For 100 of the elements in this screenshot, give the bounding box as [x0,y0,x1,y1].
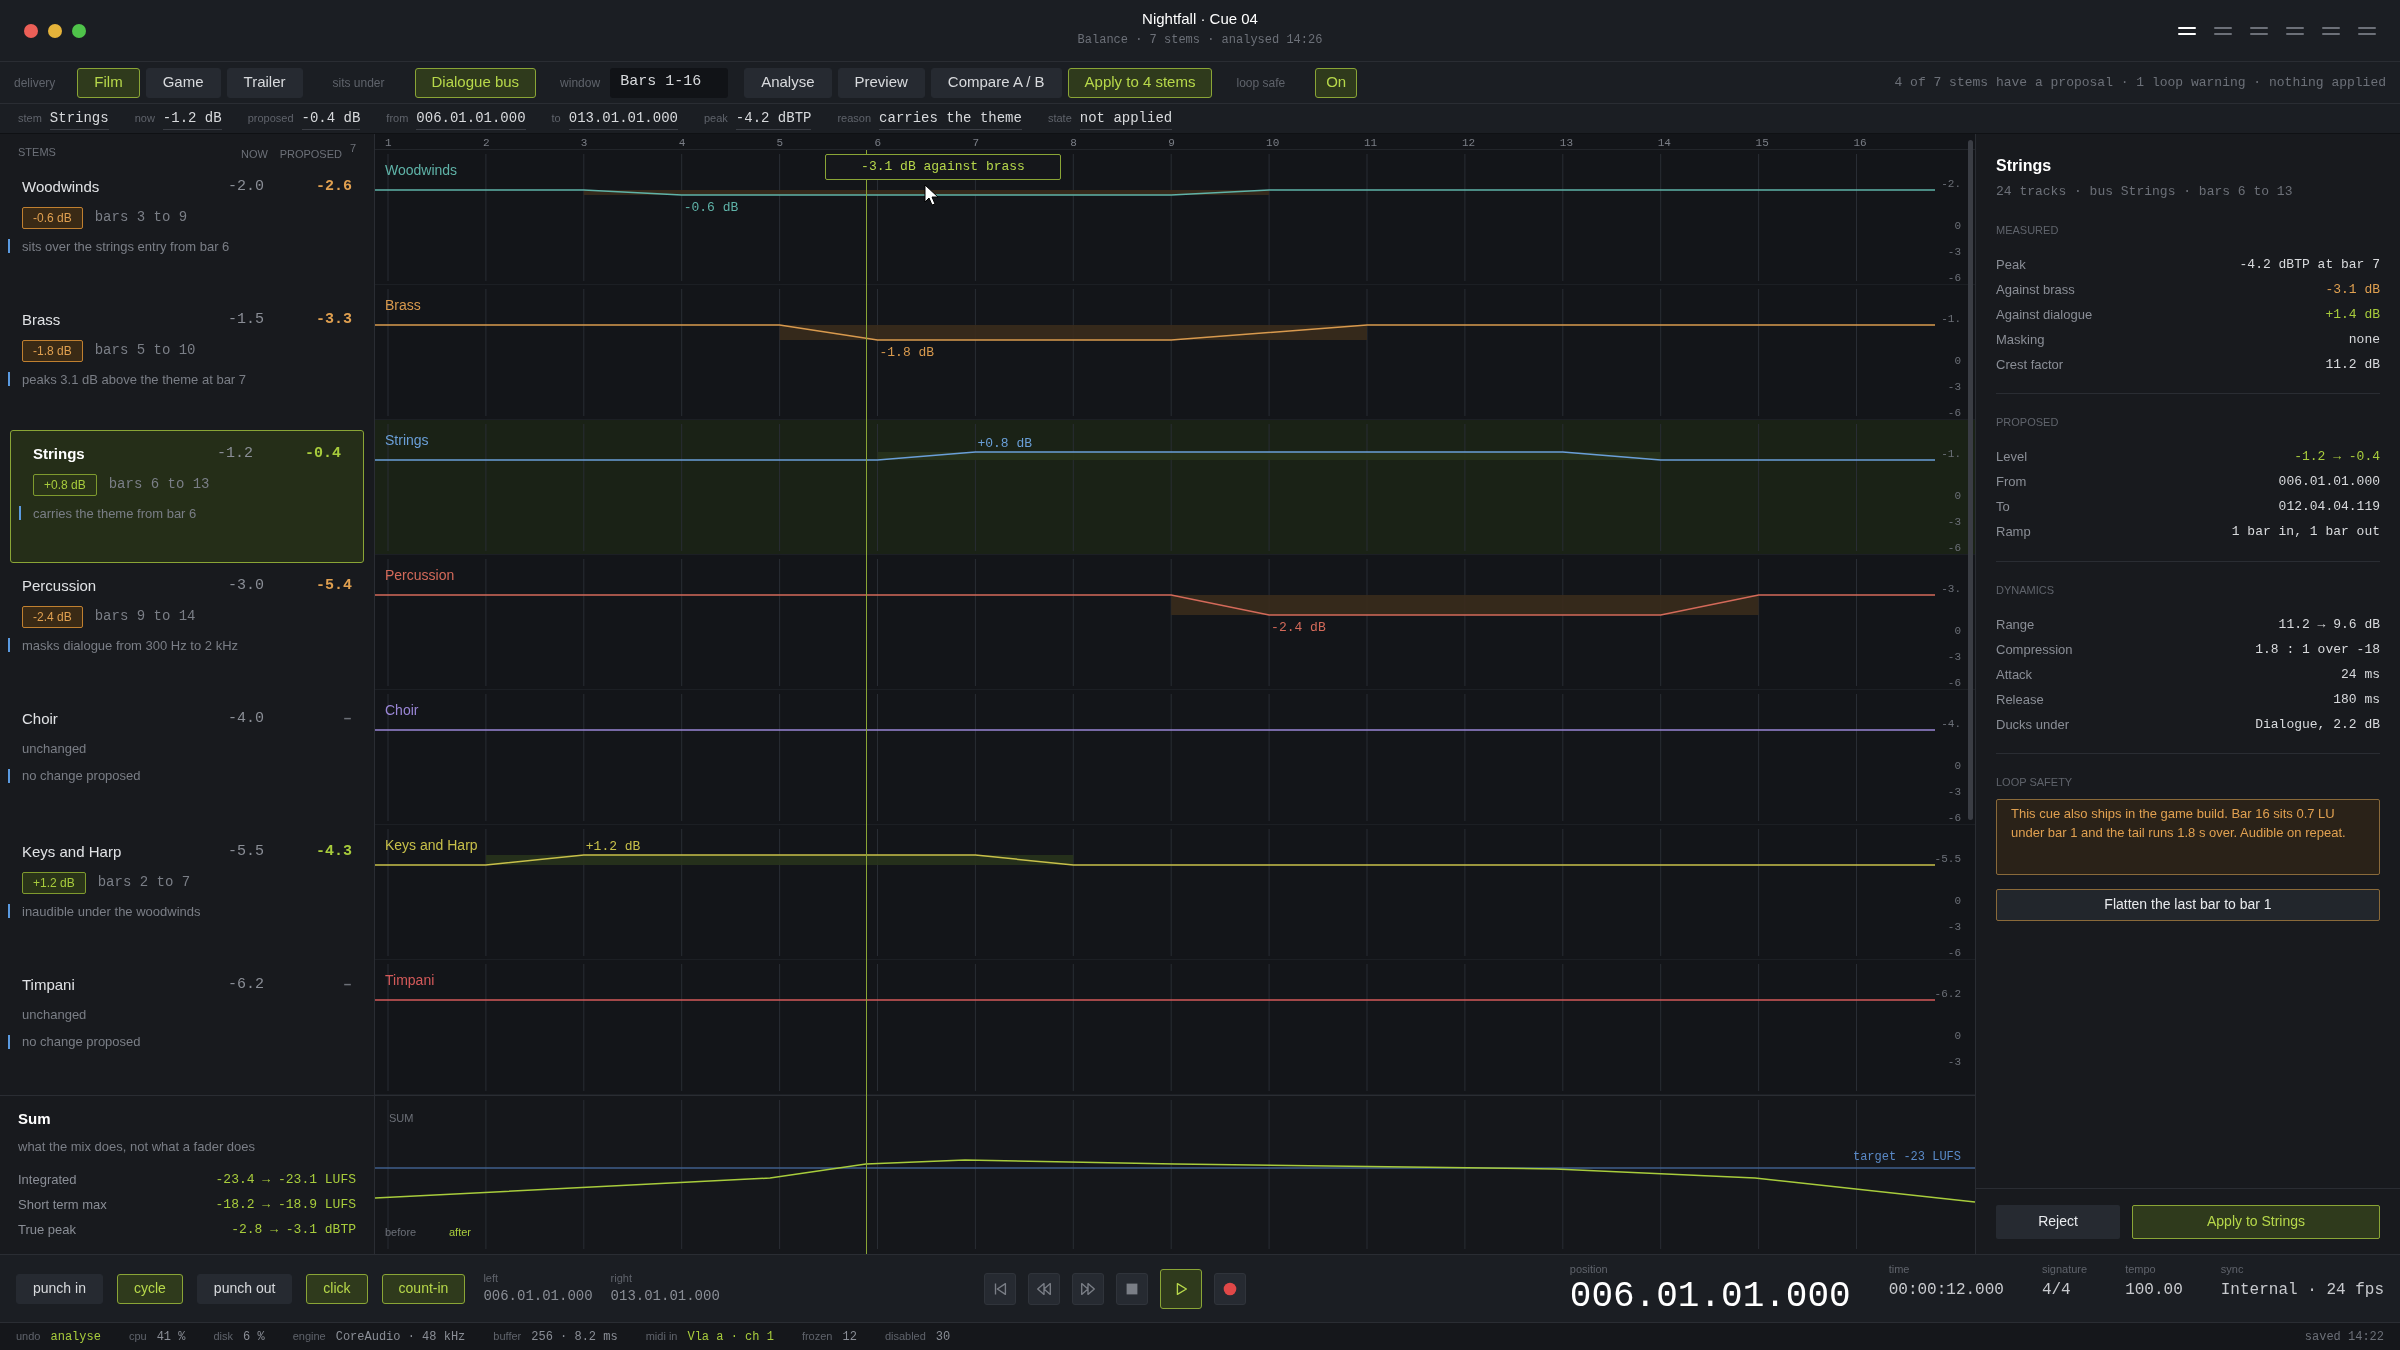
transport-button[interactable] [1115,1272,1148,1305]
scrollbar[interactable] [1968,140,1973,820]
stem-item[interactable]: Choir -4.0 – unchanged no change proposed [0,696,374,829]
envelope-label: -2.4 dB [1271,619,1326,637]
transport-button[interactable] [1159,1268,1202,1309]
sum-value: -2.8 → -3.1 dBTP [231,1220,356,1239]
readout-label: sync [2220,1262,2245,1277]
layout-icon[interactable] [2178,24,2196,37]
field-label: reason [837,111,872,127]
status-summary: 4 of 7 stems have a proposal · 1 loop warning · nothing applied [1894,73,2386,92]
delivery-tab[interactable]: Film [77,67,140,98]
bar-range: bars 3 to 9 [94,208,188,227]
stem-note: carries the theme from bar 6 [33,504,197,523]
proposed-value: -3.3 [315,310,352,330]
field-label: state [1047,111,1072,127]
transport-toggle[interactable]: punch in [16,1273,103,1304]
row-label: Against dialogue [1996,305,2093,324]
row-value: 012.04.04.119 [2278,498,2380,517]
row-value: 11.2 dB [2325,355,2380,374]
window-control-icon[interactable] [24,23,38,38]
transport-toggle[interactable]: cycle [116,1273,183,1304]
column-header: PROPOSED [278,146,342,162]
flatten-button[interactable]: Flatten the last bar to bar 1 [1996,888,2380,921]
stem-item[interactable]: Woodwinds -2.0 -2.6 -0.6 dB bars 3 to 9 sits over the strings entry from bar 6 [0,164,374,297]
row-label: Against brass [1996,280,2075,299]
stem-count: 7 [348,141,356,156]
transport-button[interactable] [983,1272,1016,1305]
field-label: stem [18,111,42,127]
transport-button[interactable] [1213,1272,1246,1305]
envelope-label: -1.8 dB [879,344,935,362]
axis-label: 0 [1954,219,1961,234]
loop-safe-toggle[interactable]: On [1315,67,1358,98]
stem-item[interactable]: Brass -1.5 -3.3 -1.8 dB bars 5 to 10 peaks 3.1 dB above the theme at bar 7 [0,297,374,430]
axis-label: -6 [1947,946,1961,961]
axis-label: -6 [1947,541,1961,556]
row-label: Masking [1996,330,2045,349]
stem-item[interactable]: Keys and Harp -5.5 -4.3 +1.2 dB bars 2 to 7 inaudible under the woodwinds [0,829,374,962]
transport-button[interactable] [1071,1272,1104,1305]
delivery-tab[interactable]: Trailer [226,67,303,98]
stem-name: Percussion [22,576,97,596]
row-label: Crest factor [1996,355,2064,374]
window-field[interactable]: Bars 1-16 [610,67,729,98]
stem-item[interactable]: Percussion -3.0 -5.4 -2.4 dB bars 9 to 14 masks dialogue from 300 Hz to 2 kHz [0,563,374,696]
axis-label: 0 [1954,489,1961,504]
marker-tick [8,768,10,783]
lane-name: Timpani [385,971,435,990]
delivery-tab[interactable]: Game [145,67,221,98]
action-button[interactable]: Compare A / B [930,67,1062,98]
legend-after: after [449,1224,471,1240]
status-value: 41 % [156,1328,186,1346]
locator-value: 006.01.01.000 [483,1287,593,1307]
apply-button[interactable]: Apply to Strings [2132,1204,2380,1239]
action-button[interactable]: Analyse [744,67,832,98]
readout-label: tempo [2125,1262,2157,1277]
axis-label: -3 [1947,515,1961,530]
bar-number: 2 [482,136,490,151]
lane-name: Choir [385,701,419,720]
stem-name: Brass [22,310,61,330]
axis-label: -3 [1947,650,1961,665]
bar-number: 7 [972,136,979,151]
reject-button[interactable]: Reject [1996,1204,2120,1239]
bar-range: bars 6 to 13 [108,475,210,494]
locator-label: right [610,1270,633,1286]
sum-label: SUM [389,1111,414,1126]
dialogue-bus-button[interactable]: Dialogue bus [414,67,537,98]
axis-label: -3 [1947,920,1961,935]
status-value: CoreAudio · 48 kHz [335,1328,466,1346]
envelope-label: -0.6 dB [683,199,739,217]
field-label: peak [703,111,728,127]
stem-item[interactable]: Strings -1.2 -0.4 +0.8 dB bars 6 to 13 carries the theme from bar 6 [10,430,364,563]
transport-toggle[interactable]: count-in [381,1273,466,1304]
status-label: cpu [128,1329,147,1345]
change-badge: -1.8 dB [22,339,83,362]
field-value: -4.2 dBTP [735,107,812,130]
axis-label: -6.2 [1934,987,1961,1002]
action-button[interactable]: Preview [837,67,925,98]
lane-name: Woodwinds [385,161,458,180]
row-label: To [1996,498,2010,517]
window-control-icon[interactable] [48,23,62,38]
proposed-value: -5.4 [315,576,352,596]
transport-toggle[interactable]: click [306,1273,368,1304]
status-label: undo [16,1329,41,1345]
axis-label: 0 [1954,1029,1961,1044]
status-value: 256 · 8.2 ms [531,1328,618,1346]
axis-label: 0 [1954,894,1961,909]
axis-label: -1. [1941,312,1961,327]
readout-label: time [1888,1262,1911,1277]
axis-label: -2. [1941,177,1961,192]
section-heading: PROPOSED [1996,415,2060,430]
window-control-icon[interactable] [72,23,86,38]
transport-toggle[interactable]: punch out [196,1273,293,1304]
field-label: delivery [14,74,56,92]
stem-item[interactable]: Timpani -6.2 – unchanged no change proposed [0,962,374,1095]
axis-label: -3 [1947,785,1961,800]
target-label: target -23 LUFS [1852,1149,1961,1166]
locator-label: left [483,1270,500,1286]
transport-button[interactable] [1027,1272,1060,1305]
field-value: not applied [1079,107,1173,130]
stem-status: unchanged [22,1005,87,1024]
action-button[interactable]: Apply to 4 stems [1067,67,1213,98]
